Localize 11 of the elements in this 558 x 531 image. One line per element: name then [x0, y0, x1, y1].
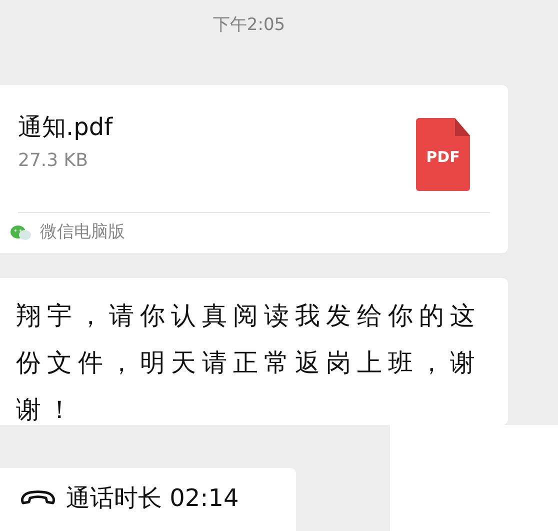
file-message-bubble[interactable]: 通知.pdf 27.3 KB PDF 微信电脑版	[0, 85, 508, 253]
file-size: 27.3 KB	[18, 149, 89, 173]
timestamp: 下午2:05	[212, 14, 286, 38]
call-duration: 通话时长 02:14	[66, 482, 239, 514]
pdf-file-icon: PDF	[416, 118, 470, 191]
call-message-bubble[interactable]: 通话时长 02:14	[0, 468, 296, 531]
phone-hangup-icon	[20, 490, 56, 506]
wechat-logo-icon	[10, 225, 32, 241]
source-label: 微信电脑版	[40, 221, 125, 244]
message-text: 翔宇，请你认真阅读我发给你的这份文件，明天请正常返岗上班，谢谢！	[16, 300, 482, 426]
file-name: 通知.pdf	[18, 112, 113, 143]
